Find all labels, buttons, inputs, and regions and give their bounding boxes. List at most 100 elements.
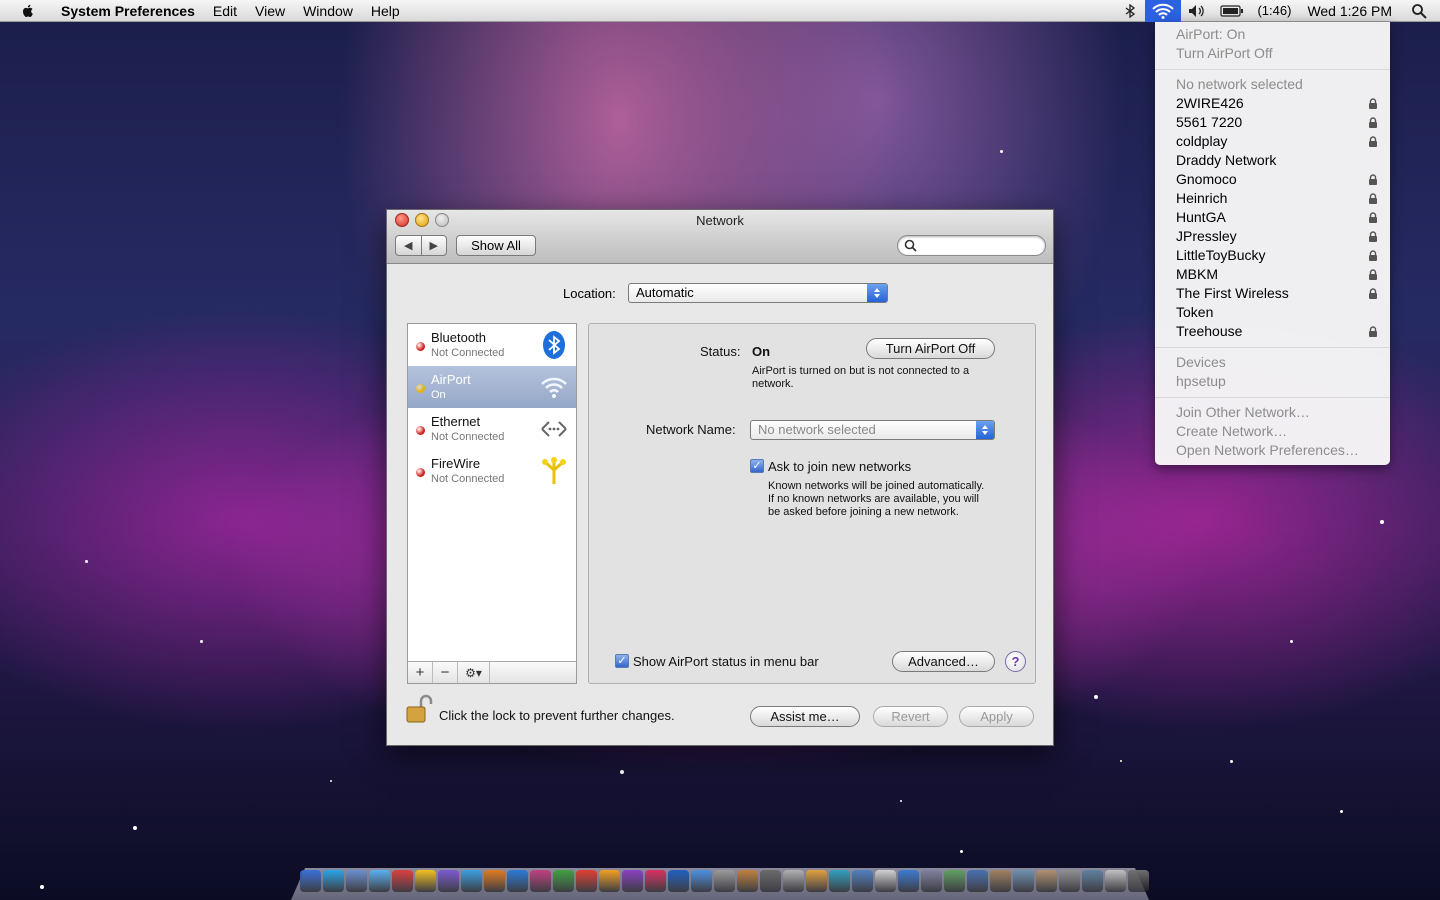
show-status-checkbox[interactable]: ✓ [615,654,629,668]
dock-app-icon[interactable] [599,870,620,892]
dock-app-icon[interactable] [323,870,344,892]
dock-app-icon[interactable] [622,870,643,892]
airport-status-icon[interactable] [1145,0,1182,22]
network-item[interactable]: MBKM [1176,265,1378,284]
turn-airport-off-item[interactable]: Turn AirPort Off [1176,44,1378,63]
network-item[interactable]: 5561 7220 [1176,113,1378,132]
dock-app-icon[interactable] [760,870,781,892]
dock-app-icon[interactable] [1082,870,1103,892]
dock-app-icon[interactable] [829,870,850,892]
network-item[interactable]: 2WIRE426 [1176,94,1378,113]
turn-airport-off-button[interactable]: Turn AirPort Off [866,338,995,359]
service-ethernet[interactable]: Ethernet Not Connected [408,408,576,450]
dock-app-icon[interactable] [461,870,482,892]
ask-to-join-checkbox[interactable]: ✓ [750,459,764,473]
create-network-item[interactable]: Create Network… [1176,422,1378,441]
dock-app-icon[interactable] [990,870,1011,892]
apple-menu-icon[interactable] [20,3,36,19]
help-menu[interactable]: Help [362,0,409,22]
dock-app-icon[interactable] [944,870,965,892]
popup-arrows-icon [867,284,887,302]
gear-icon[interactable]: ⚙▾ [458,662,490,683]
status-description: AirPort is turned on but is not connecte… [752,365,970,390]
network-name: Gnomoco [1176,171,1237,187]
service-airport[interactable]: AirPort On [408,366,576,408]
dock-app-icon[interactable] [415,870,436,892]
dock-app-icon[interactable] [921,870,942,892]
dock-app-icon[interactable] [1128,870,1149,892]
dock-app-icon[interactable] [1105,870,1126,892]
network-item[interactable]: coldplay [1176,132,1378,151]
join-other-network-item[interactable]: Join Other Network… [1176,403,1378,422]
network-name-popup[interactable]: No network selected [750,420,995,440]
lock-open-icon[interactable] [405,694,433,724]
dock-app-icon[interactable] [369,870,390,892]
location-label: Location: [563,286,616,301]
help-button[interactable]: ? [1005,651,1026,672]
dock-app-icon[interactable] [691,870,712,892]
network-name: Draddy Network [1176,152,1277,168]
add-service-button[interactable]: + [408,662,433,683]
dock-app-icon[interactable] [392,870,413,892]
dock-app-icon[interactable] [553,870,574,892]
back-arrow-icon[interactable]: ◀ [396,236,421,255]
dock-app-icon[interactable] [1036,870,1057,892]
dock-app-icon[interactable] [576,870,597,892]
window-title: Network [696,213,744,228]
service-firewire[interactable]: FireWire Not Connected [408,450,576,492]
app-menu[interactable]: System Preferences [52,0,204,22]
advanced-button[interactable]: Advanced… [892,651,995,672]
assist-me-button[interactable]: Assist me… [750,706,860,727]
view-menu[interactable]: View [246,0,294,22]
dock-app-icon[interactable] [783,870,804,892]
dock-app-icon[interactable] [530,870,551,892]
menu-clock[interactable]: Wed 1:26 PM [1301,0,1398,22]
dock-app-icon[interactable] [875,870,896,892]
bluetooth-status-icon[interactable] [1117,0,1145,22]
network-item[interactable]: Token [1176,303,1378,322]
forward-arrow-icon[interactable]: ▶ [420,236,447,255]
dock-app-icon[interactable] [645,870,666,892]
dock-app-icon[interactable] [1059,870,1080,892]
dock-app-icon[interactable] [300,870,321,892]
dock-app-icon[interactable] [346,870,367,892]
network-item[interactable]: Draddy Network [1176,151,1378,170]
revert-button[interactable]: Revert [873,706,948,727]
search-input[interactable] [897,235,1046,256]
window-titlebar: Network ◀ ▶ Show All [387,210,1053,264]
network-item[interactable]: HuntGA [1176,208,1378,227]
open-network-preferences-item[interactable]: Open Network Preferences… [1176,441,1378,460]
dock-app-icon[interactable] [714,870,735,892]
window-menu[interactable]: Window [294,0,362,22]
network-item[interactable]: Heinrich [1176,189,1378,208]
dock-app-icon[interactable] [484,870,505,892]
edit-menu[interactable]: Edit [204,0,246,22]
apply-button[interactable]: Apply [959,706,1034,727]
dock-app-icon[interactable] [898,870,919,892]
dock-app-icon[interactable] [438,870,459,892]
dock-app-icon[interactable] [852,870,873,892]
dock-app-icon[interactable] [668,870,689,892]
battery-icon[interactable] [1213,0,1251,22]
dock-app-icon[interactable] [507,870,528,892]
location-popup[interactable]: Automatic [628,283,888,303]
dock-app-icon[interactable] [737,870,758,892]
service-status: Not Connected [431,347,505,359]
battery-time[interactable]: (1:46) [1251,0,1297,22]
network-item[interactable]: Gnomoco [1176,170,1378,189]
network-item[interactable]: LittleToyBucky [1176,246,1378,265]
spotlight-search-icon[interactable] [1404,0,1434,22]
dock-app-icon[interactable] [806,870,827,892]
volume-icon[interactable] [1181,0,1213,22]
service-bluetooth[interactable]: Bluetooth Not Connected [408,324,576,366]
network-item[interactable]: Treehouse [1176,322,1378,341]
network-name: 2WIRE426 [1176,95,1244,111]
show-all-button[interactable]: Show All [456,235,536,256]
network-item[interactable]: The First Wireless [1176,284,1378,303]
star [200,640,203,643]
dock-app-icon[interactable] [1013,870,1034,892]
remove-service-button[interactable]: − [433,662,458,683]
device-item-hpsetup[interactable]: hpsetup [1176,372,1378,391]
dock-app-icon[interactable] [967,870,988,892]
network-item[interactable]: JPressley [1176,227,1378,246]
